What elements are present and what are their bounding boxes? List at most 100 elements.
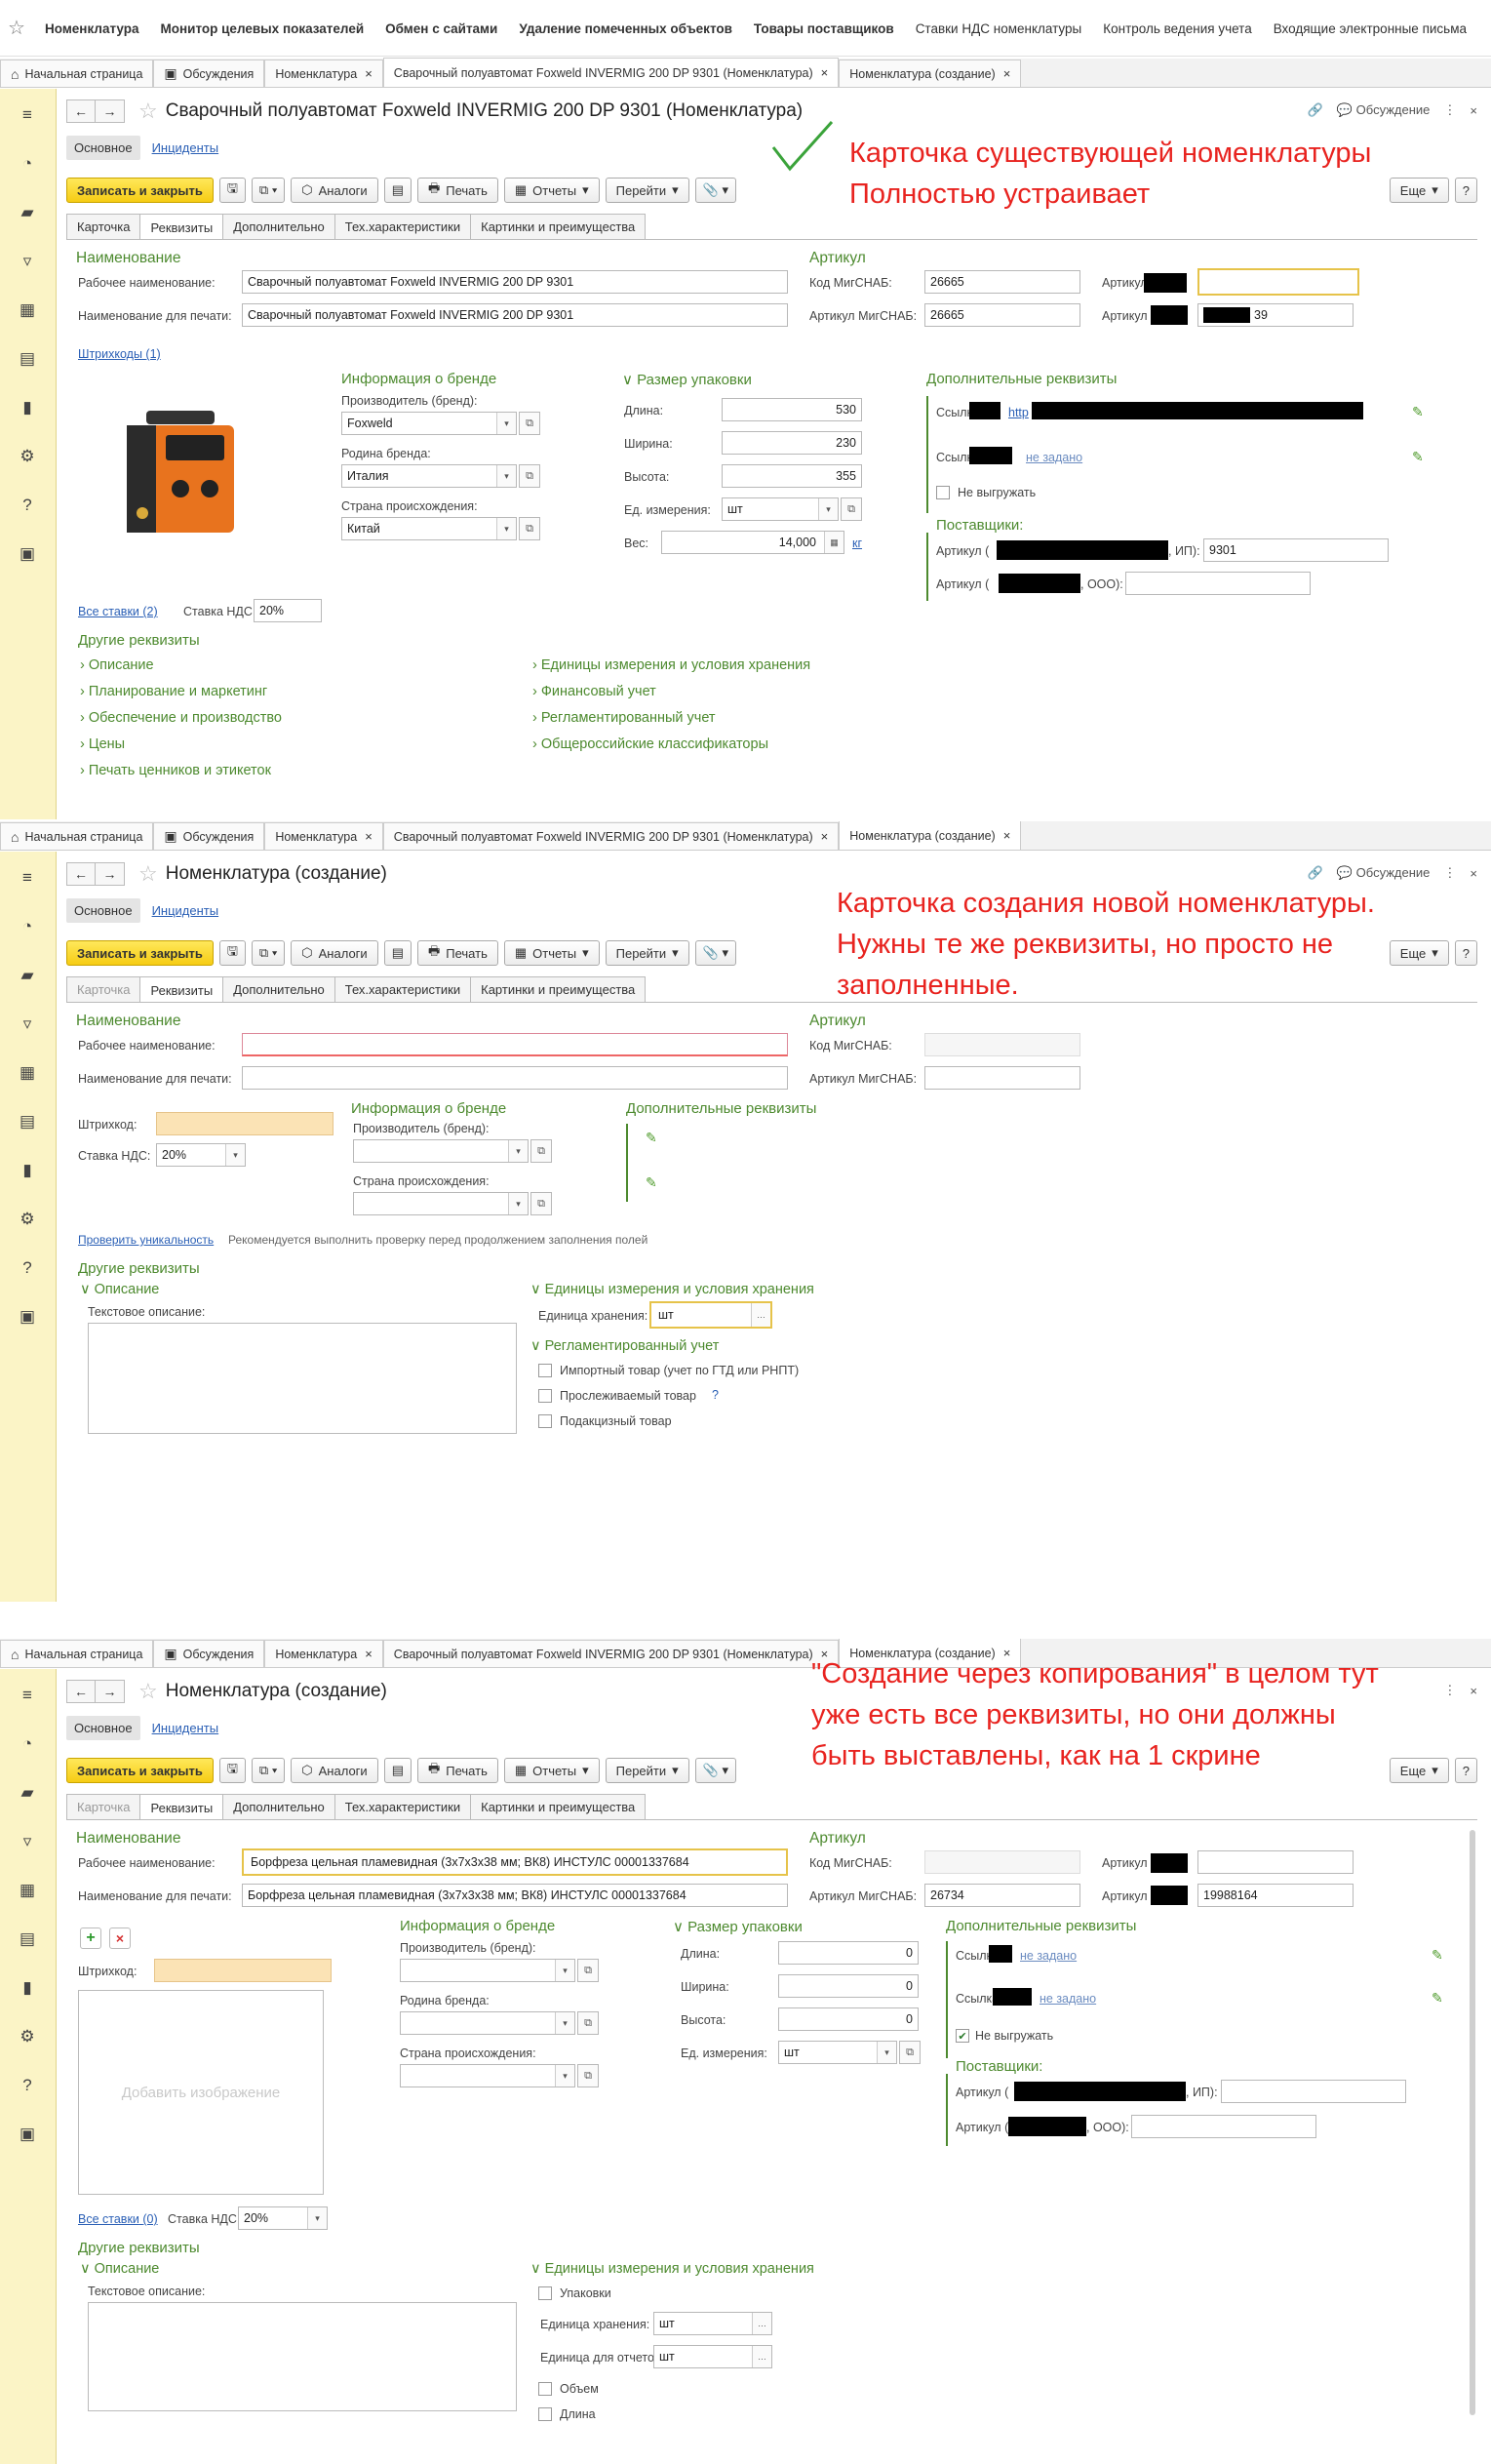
reports-button[interactable]: ▦ Отчеты ▾: [503, 940, 600, 966]
bag-icon[interactable]: ▰: [15, 200, 40, 225]
group-regl[interactable]: › Регламентированный учет: [532, 710, 716, 726]
unit-input[interactable]: шт ▾: [722, 497, 839, 521]
supplier-ip-input[interactable]: [1221, 2080, 1406, 2103]
group-planning[interactable]: › Планирование и маркетинг: [80, 684, 267, 699]
mig-code-input[interactable]: 26665: [924, 270, 1080, 294]
open-icon[interactable]: ⧉: [577, 1959, 599, 1982]
edit-pencil-icon[interactable]: ✎: [1412, 449, 1424, 465]
forward-arrow-icon[interactable]: →: [96, 99, 125, 123]
report-unit-input[interactable]: шт…: [653, 2345, 772, 2368]
length-input[interactable]: 530: [722, 398, 862, 421]
not-set-link[interactable]: не задано: [1020, 1949, 1077, 1963]
height-input[interactable]: 355: [722, 464, 862, 488]
open-icon[interactable]: ⧉: [519, 517, 540, 540]
nav-delete-marked[interactable]: Удаление помеченных объектов: [519, 21, 732, 36]
vertical-scrollbar[interactable]: [1470, 1830, 1475, 2415]
close-icon[interactable]: ×: [365, 1647, 373, 1661]
ftab-pictures[interactable]: Картинки и преимущества: [470, 214, 647, 239]
storage-unit-input[interactable]: шт…: [653, 2312, 772, 2335]
ftab-requisites[interactable]: Реквизиты: [139, 1794, 224, 1820]
ellipsis-icon[interactable]: …: [752, 2313, 771, 2334]
close-icon[interactable]: ×: [1470, 1684, 1477, 1698]
no-upload-checkbox[interactable]: ✔: [956, 2029, 969, 2043]
documents-icon[interactable]: ▤: [15, 1109, 40, 1134]
brand-country-input[interactable]: Италия ▾: [341, 464, 517, 488]
excise-checkbox[interactable]: [538, 1414, 552, 1428]
tab-home[interactable]: ⌂ Начальная страница: [0, 60, 154, 87]
traceable-checkbox[interactable]: [538, 1389, 552, 1403]
manufacturer-input[interactable]: Foxweld ▾: [341, 412, 517, 435]
group-classifiers[interactable]: › Общероссийские классификаторы: [532, 736, 768, 752]
open-icon[interactable]: ⧉: [577, 2064, 599, 2087]
menu-icon[interactable]: ≡: [15, 102, 40, 128]
attach-icon[interactable]: 📎 ▾: [694, 178, 736, 203]
group-units[interactable]: ∨ Единицы измерения и условия хранения: [530, 1282, 814, 1297]
article-input-active[interactable]: [1197, 268, 1359, 296]
discussion-button[interactable]: 💬 Обсуждение: [1337, 102, 1431, 118]
grid-icon[interactable]: ▦: [15, 298, 40, 323]
supplier-ooo-input[interactable]: [1131, 2115, 1316, 2138]
link-value[interactable]: http: [1008, 406, 1029, 419]
forward-arrow-icon[interactable]: →: [96, 1680, 125, 1703]
ftab-tech[interactable]: Тех.характеристики: [334, 976, 472, 1002]
gear-icon[interactable]: ⚙: [15, 1207, 40, 1232]
analogs-button[interactable]: ⬡ Аналоги: [291, 1758, 378, 1783]
barcode-input[interactable]: [154, 1959, 332, 1982]
link-icon[interactable]: 🔗: [1308, 865, 1323, 881]
nav-nomenclature[interactable]: Номенклатура: [45, 21, 139, 36]
add-icon[interactable]: +: [80, 1927, 101, 1949]
ftab-card[interactable]: Карточка: [66, 976, 141, 1002]
tab-home[interactable]: ⌂ Начальная страница: [0, 822, 154, 850]
open-icon[interactable]: ⧉: [841, 497, 862, 521]
ftab-card[interactable]: Карточка: [66, 214, 141, 239]
length-input[interactable]: 0: [778, 1941, 919, 1965]
cart-icon[interactable]: ▿: [15, 249, 40, 274]
edit-pencil-icon[interactable]: ✎: [646, 1174, 657, 1191]
ellipsis-icon[interactable]: …: [752, 2346, 771, 2367]
group-regl[interactable]: ∨ Регламентированный учет: [530, 1338, 719, 1354]
check-unique-link[interactable]: Проверить уникальность: [78, 1233, 214, 1247]
subnav-main[interactable]: Основное: [66, 898, 140, 923]
text-desc-area[interactable]: [88, 1323, 517, 1434]
terminal-icon[interactable]: ▣: [15, 541, 40, 567]
open-icon[interactable]: ⧉: [530, 1192, 552, 1215]
tab-welder[interactable]: Сварочный полуавтомат Foxweld INVERMIG 2…: [382, 1640, 840, 1667]
chevron-down-icon[interactable]: ▾: [508, 1193, 528, 1214]
analogs-button[interactable]: ⬡ Аналоги: [291, 940, 378, 966]
subnav-main[interactable]: Основное: [66, 136, 140, 160]
group-description[interactable]: ∨ Описание: [80, 1282, 159, 1297]
create-based-icon[interactable]: ⧉ ▾: [251, 178, 286, 203]
article-input[interactable]: [1197, 1850, 1354, 1874]
back-arrow-icon[interactable]: ←: [66, 862, 96, 886]
print-button[interactable]: 🖶 Печать: [416, 1758, 498, 1783]
print-name-input[interactable]: Борфреза цельная пламевидная (3х7х3х38 м…: [242, 1884, 788, 1907]
group-finance[interactable]: › Финансовый учет: [532, 684, 656, 699]
grid-icon[interactable]: ▦: [15, 1878, 40, 1903]
tab-create[interactable]: Номенклатура (создание) ×: [839, 821, 1022, 850]
chevron-down-icon[interactable]: ▾: [496, 518, 516, 539]
attach-icon[interactable]: 📎 ▾: [694, 1758, 736, 1783]
chevron-down-icon[interactable]: ▾: [508, 1140, 528, 1162]
traceable-help[interactable]: ?: [712, 1388, 719, 1402]
ftab-card[interactable]: Карточка: [66, 1794, 141, 1819]
import-checkbox[interactable]: [538, 1364, 552, 1377]
ftab-pictures[interactable]: Картинки и преимущества: [470, 1794, 647, 1819]
menu-icon[interactable]: ≡: [15, 1683, 40, 1708]
print-name-input[interactable]: [242, 1066, 788, 1090]
chevron-down-icon[interactable]: ▾: [555, 2012, 574, 2034]
close-icon[interactable]: ×: [365, 829, 373, 844]
list-icon[interactable]: ▤: [383, 178, 412, 203]
back-arrow-icon[interactable]: ←: [66, 99, 96, 123]
create-based-icon[interactable]: ⧉ ▾: [251, 940, 286, 966]
grid-icon[interactable]: ▦: [15, 1060, 40, 1086]
reports-button[interactable]: ▦ Отчеты ▾: [503, 178, 600, 203]
save-icon[interactable]: 🖫: [218, 1758, 246, 1783]
goto-button[interactable]: Перейти ▾: [605, 1758, 689, 1783]
tab-nomenclature[interactable]: Номенклатура ×: [264, 1640, 383, 1667]
save-icon[interactable]: 🖫: [218, 940, 246, 966]
bag-icon[interactable]: ▰: [15, 963, 40, 988]
chart-icon[interactable]: ▮: [15, 1158, 40, 1183]
back-arrow-icon[interactable]: ←: [66, 1680, 96, 1703]
chevron-down-icon[interactable]: ▾: [496, 413, 516, 434]
chevron-down-icon[interactable]: ▾: [877, 2042, 896, 2063]
